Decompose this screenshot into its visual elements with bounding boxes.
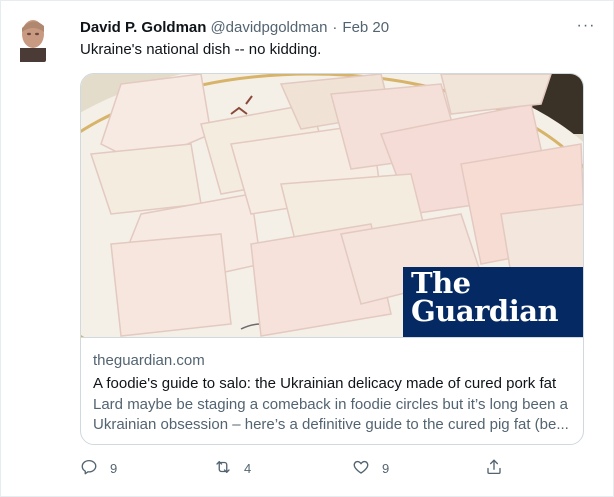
reply-count: 9 xyxy=(110,461,118,476)
guardian-logo: The Guardian xyxy=(403,267,583,337)
logo-line-2: Guardian xyxy=(411,294,559,328)
logo-line-1: The xyxy=(411,266,471,300)
retweet-button[interactable]: 4 xyxy=(214,458,251,479)
retweet-icon xyxy=(214,458,232,479)
separator-dot: · xyxy=(332,18,338,36)
share-button[interactable] xyxy=(485,458,503,479)
card-body[interactable]: theguardian.com A foodie's guide to salo… xyxy=(81,337,583,435)
author-handle[interactable]: @davidpgoldman xyxy=(210,19,327,36)
like-button[interactable]: 9 xyxy=(352,458,389,479)
tweet[interactable]: David P. Goldman @davidpgoldman · Feb 20… xyxy=(0,0,614,497)
author-name[interactable]: David P. Goldman xyxy=(80,19,206,36)
card-description: Lard maybe be staging a comeback in food… xyxy=(93,396,569,433)
tweet-date[interactable]: Feb 20 xyxy=(342,19,389,36)
card-title[interactable]: A foodie's guide to salo: the Ukrainian … xyxy=(93,374,571,393)
more-icon[interactable]: ··· xyxy=(575,15,597,37)
card-domain: theguardian.com xyxy=(93,352,205,369)
reply-button[interactable]: 9 xyxy=(80,458,117,479)
like-icon xyxy=(352,458,370,479)
share-icon xyxy=(485,458,503,479)
retweet-count: 4 xyxy=(244,461,252,476)
avatar[interactable] xyxy=(17,14,46,62)
like-count: 9 xyxy=(382,461,390,476)
tweet-text: Ukraine's national dish -- no kidding. xyxy=(80,41,322,58)
action-bar: 9 4 9 xyxy=(80,458,503,479)
tweet-header: David P. Goldman @davidpgoldman · Feb 20… xyxy=(80,17,597,37)
card-image[interactable]: The Guardian xyxy=(81,74,583,337)
reply-icon xyxy=(80,458,98,479)
link-card[interactable]: The Guardian theguardian.com A foodie's … xyxy=(80,73,584,445)
